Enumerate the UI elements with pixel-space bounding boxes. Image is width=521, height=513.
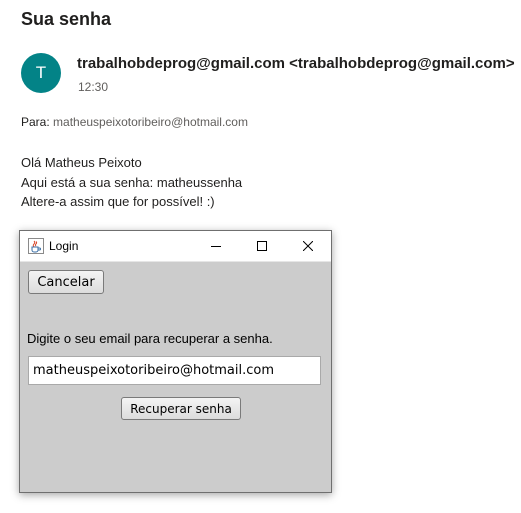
email-body-line-1: Olá Matheus Peixoto: [21, 155, 142, 170]
sender-line: trabalhobdeprog@gmail.com <trabalhobdepr…: [77, 55, 515, 72]
cancel-button[interactable]: Cancelar: [28, 270, 104, 294]
maximize-button[interactable]: [239, 231, 285, 261]
email-time: 12:30: [78, 80, 109, 94]
to-label: Para:: [21, 115, 50, 129]
close-icon: [303, 241, 313, 251]
login-window: Login Cancelar Digite o seu email para r…: [19, 230, 332, 493]
email-body-line-3: Altere-a assim que for possível! :): [21, 194, 215, 209]
email-field[interactable]: [28, 356, 321, 385]
to-address[interactable]: matheuspeixotoribeiro@hotmail.com: [53, 115, 248, 129]
sender-address[interactable]: <trabalhobdeprog@gmail.com>: [289, 55, 515, 72]
sender-avatar: T: [21, 53, 61, 93]
java-cup-icon: [28, 238, 44, 254]
email-body-line-2: Aqui está a sua senha: matheussenha: [21, 175, 243, 190]
sender-name[interactable]: trabalhobdeprog@gmail.com: [77, 55, 285, 72]
minimize-button[interactable]: [193, 231, 239, 261]
close-button[interactable]: [285, 231, 331, 261]
window-title: Login: [49, 239, 79, 253]
window-titlebar[interactable]: Login: [20, 231, 331, 262]
maximize-icon: [257, 241, 267, 251]
recover-prompt-label: Digite o seu email para recuperar a senh…: [27, 331, 273, 346]
minimize-icon: [211, 246, 221, 247]
email-subject: Sua senha: [21, 9, 112, 29]
recipient-line: Para: matheuspeixotoribeiro@hotmail.com: [21, 115, 248, 129]
recover-password-button[interactable]: Recuperar senha: [121, 397, 241, 420]
avatar-letter: T: [35, 63, 47, 82]
